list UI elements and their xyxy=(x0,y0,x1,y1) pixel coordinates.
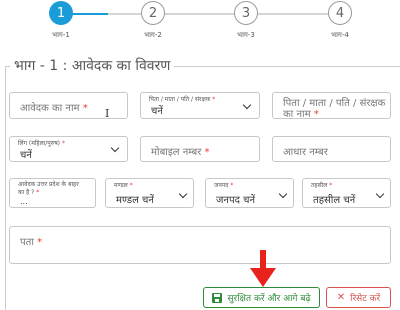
required-mark: * xyxy=(61,140,65,147)
division-select[interactable]: मण्डल * मण्डल चनें xyxy=(105,178,194,208)
step-1-circle[interactable]: 1 xyxy=(49,1,73,25)
save-and-next-button[interactable]: सुरक्षित करें और आगे बढ़े xyxy=(203,287,320,308)
gender-value: चनें xyxy=(20,150,32,161)
tehsil-value: तहसील चनें xyxy=(313,195,356,206)
tehsil-label: तहसील xyxy=(311,182,328,189)
section-legend: भाग - 1 : आवेदक का विवरण xyxy=(10,56,175,75)
step-4-circle[interactable]: 4 xyxy=(328,1,352,25)
step-4-label: भाग-4 xyxy=(331,31,349,39)
arrow-down-icon xyxy=(250,250,276,287)
district-label: जनपद xyxy=(214,182,229,189)
relation-select[interactable]: पिता / माता / पति / संरक्षक * चनें xyxy=(140,92,260,119)
outside-state-value: ... xyxy=(20,197,28,206)
division-label: मण्डल xyxy=(114,182,128,189)
address-placeholder: पता xyxy=(20,237,34,248)
required-mark: * xyxy=(212,96,216,103)
required-mark: * xyxy=(204,147,210,158)
step-1-label: भाग-1 xyxy=(52,31,70,39)
chevron-down-icon xyxy=(375,189,385,199)
required-mark: * xyxy=(230,182,234,189)
chevron-down-icon xyxy=(278,189,288,199)
step-connector xyxy=(72,13,108,15)
relation-name-input[interactable]: पिता / माता / पति / संरक्षक का नाम * xyxy=(272,92,391,120)
chevron-down-icon xyxy=(178,189,188,199)
step-3-label: भाग-3 xyxy=(237,31,255,39)
gender-label: लिंग (महिला/पुरुष) xyxy=(18,140,61,147)
mobile-input[interactable]: मोबाइल नम्बर * xyxy=(140,136,260,162)
tehsil-select[interactable]: तहसील * तहसील चनें xyxy=(302,178,391,208)
required-mark: * xyxy=(36,189,40,196)
step-2-label: भाग-2 xyxy=(144,31,162,39)
text-cursor-icon: I xyxy=(105,107,110,120)
save-button-label: सुरक्षित करें और आगे बढ़े xyxy=(227,294,311,304)
chevron-down-icon xyxy=(110,143,120,153)
chevron-down-icon xyxy=(242,100,252,110)
gender-select[interactable]: लिंग (महिला/पुरुष) * चनें xyxy=(9,136,128,162)
aadhaar-placeholder: आधार नम्बर xyxy=(283,147,328,158)
save-icon xyxy=(212,292,223,303)
district-select[interactable]: जनपद * जनपद चनें xyxy=(205,178,294,208)
required-mark: * xyxy=(82,103,88,114)
relation-label: पिता / माता / पति / संरक्षक xyxy=(149,96,211,103)
required-mark: * xyxy=(313,109,319,120)
address-textarea[interactable]: पता * xyxy=(9,226,391,264)
mobile-placeholder: मोबाइल नम्बर xyxy=(151,147,202,158)
outside-state-label-2: का है ? xyxy=(18,189,35,196)
outside-state-select[interactable]: आवेदक उत्तर प्रदेश के बाहर का है ? * ... xyxy=(9,178,96,208)
relation-name-placeholder-2: का नाम xyxy=(283,109,311,120)
relation-value: चनें xyxy=(151,106,163,117)
progress-stepper: 1 2 3 4 भाग-1 भाग-2 भाग-3 भाग-4 xyxy=(0,0,400,44)
reset-button[interactable]: ✕ रिसेट करें xyxy=(326,287,391,308)
division-value: मण्डल चनें xyxy=(116,195,154,206)
aadhaar-input[interactable]: आधार नम्बर xyxy=(272,136,391,162)
required-mark: * xyxy=(129,182,133,189)
applicant-name-placeholder: आवेदक का नाम xyxy=(20,103,80,114)
reset-button-label: रिसेट करें xyxy=(350,294,381,304)
district-value: जनपद चनें xyxy=(216,195,256,206)
step-3-circle[interactable]: 3 xyxy=(234,1,258,25)
required-mark: * xyxy=(37,237,43,248)
required-mark: * xyxy=(329,182,333,189)
relation-name-placeholder: पिता / माता / पति / संरक्षक xyxy=(283,98,386,109)
outside-state-label: आवेदक उत्तर प्रदेश के बाहर xyxy=(18,181,79,188)
close-icon: ✕ xyxy=(336,292,346,303)
step-2-circle[interactable]: 2 xyxy=(141,1,165,25)
applicant-name-input[interactable]: आवेदक का नाम * xyxy=(9,92,128,119)
